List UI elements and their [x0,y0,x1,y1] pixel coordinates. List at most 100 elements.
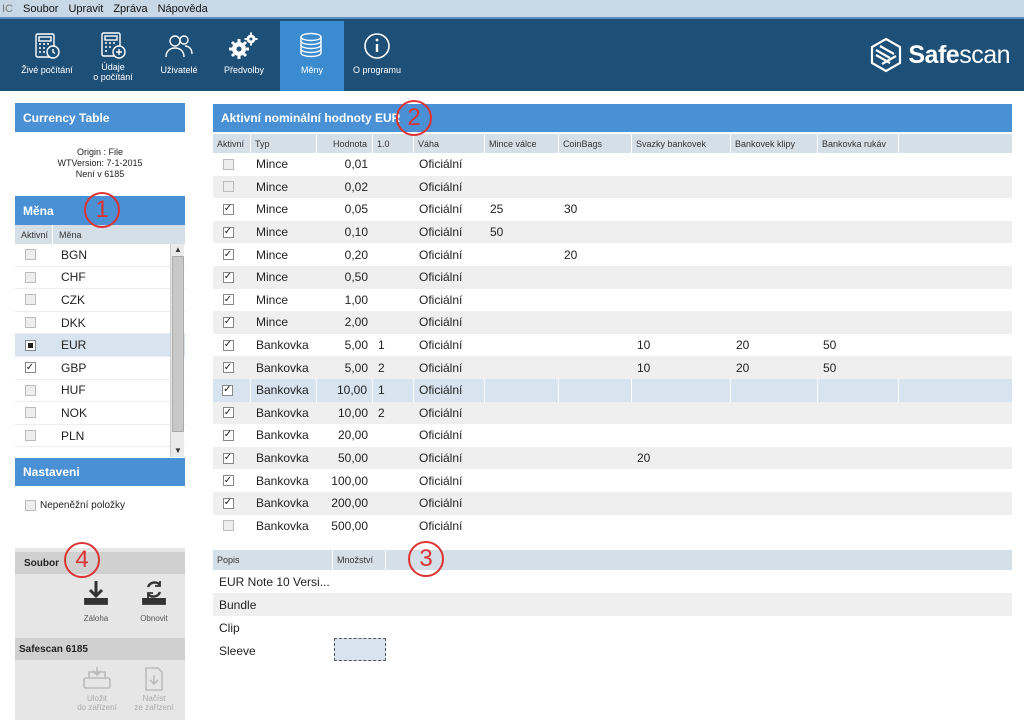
weight-cell[interactable]: Oficiální [414,356,485,379]
currency-scrollbar[interactable]: ▲ ▼ [170,244,184,457]
coinbags-cell[interactable] [559,402,632,425]
toolbar-live-count[interactable]: Živé počítání [16,21,78,91]
weight-cell[interactable]: Oficiální [414,469,485,492]
type-cell[interactable]: Bankovka [251,424,317,447]
column-note-clips[interactable]: Bankovek klipy [731,134,818,153]
coinbags-cell[interactable] [559,469,632,492]
coin-rolls-cell[interactable] [485,356,559,379]
currency-active-checkbox[interactable] [24,294,36,306]
version-cell[interactable] [373,515,414,538]
description-row[interactable]: Bundle [213,593,1012,616]
version-cell[interactable] [373,289,414,312]
type-cell[interactable]: Bankovka [251,334,317,357]
note-bundles-cell[interactable] [632,469,731,492]
weight-cell[interactable]: Oficiální [414,198,485,221]
denomination-row[interactable]: ✓ Mince 0,50 Oficiální [213,265,1012,289]
type-cell[interactable]: Mince [251,198,317,221]
note-clips-cell[interactable] [731,424,818,447]
note-bundles-cell[interactable]: 10 [632,356,731,379]
note-sleeves-cell[interactable] [818,402,899,425]
note-sleeves-cell[interactable] [818,243,899,266]
note-clips-cell[interactable] [731,153,818,176]
note-bundles-cell[interactable] [632,289,731,312]
toolbar-users[interactable]: Uživatelé [150,21,208,91]
value-cell[interactable]: 0,05 [317,198,373,221]
type-cell[interactable]: Bankovka [251,492,317,515]
coinbags-cell[interactable] [559,176,632,199]
denomination-row[interactable]: ✓ Bankovka 100,00 Oficiální [213,469,1012,492]
type-cell[interactable]: Mince [251,289,317,312]
note-bundles-cell[interactable] [632,243,731,266]
weight-cell[interactable]: Oficiální [414,176,485,199]
note-clips-cell[interactable]: 20 [731,334,818,357]
currency-row[interactable]: CZK [15,289,185,312]
denomination-row[interactable]: ✓ Mince 0,10 Oficiální 50 [213,220,1012,244]
version-cell[interactable] [373,469,414,492]
version-cell[interactable] [373,221,414,244]
coinbags-cell[interactable] [559,424,632,447]
note-clips-cell[interactable] [731,289,818,312]
denomination-active-checkbox[interactable]: ✓ [222,316,234,328]
menu-soubor[interactable]: Soubor [18,3,63,15]
note-bundles-cell[interactable] [632,176,731,199]
denomination-active-checkbox[interactable]: ✓ [222,497,234,509]
version-cell[interactable]: 1 [373,378,414,402]
toolbar-currencies[interactable]: Měny [280,21,344,91]
denomination-active-checkbox[interactable]: ✓ [222,271,234,283]
currency-active-checkbox[interactable] [24,384,36,396]
note-clips-cell[interactable] [731,198,818,221]
coin-rolls-cell[interactable] [485,424,559,447]
denomination-active-checkbox[interactable]: ✓ [222,203,234,215]
quantity-input[interactable] [334,638,386,661]
note-sleeves-cell[interactable] [818,176,899,199]
note-sleeves-cell[interactable] [818,153,899,176]
column-weight[interactable]: Váha [414,134,485,153]
coinbags-cell[interactable] [559,356,632,379]
denomination-active-checkbox[interactable]: ✓ [222,249,234,261]
coin-rolls-cell[interactable] [485,266,559,289]
type-cell[interactable]: Mince [251,243,317,266]
coinbags-cell[interactable] [559,492,632,515]
non-cash-option[interactable]: Nepeněžní položky [25,500,125,511]
denomination-row[interactable]: ✓ Bankovka 10,00 1 Oficiální [213,378,1012,402]
version-cell[interactable] [373,266,414,289]
coin-rolls-cell[interactable] [485,469,559,492]
note-bundles-cell[interactable] [632,266,731,289]
version-cell[interactable] [373,243,414,266]
note-bundles-cell[interactable]: 10 [632,334,731,357]
column-note-sleeves[interactable]: Bankovka rukáv [818,134,899,153]
note-bundles-cell[interactable] [632,198,731,221]
weight-cell[interactable]: Oficiální [414,515,485,538]
coin-rolls-cell[interactable] [485,515,559,538]
value-cell[interactable]: 20,00 [317,424,373,447]
currency-row[interactable]: BGN [15,244,185,267]
denomination-active-checkbox[interactable]: ✓ [222,362,234,374]
coin-rolls-cell[interactable] [485,492,559,515]
currency-active-checkbox[interactable] [24,430,36,442]
currency-row[interactable]: NOK [15,402,185,425]
value-cell[interactable]: 500,00 [317,515,373,538]
denomination-row[interactable]: Mince 0,01 Oficiální [213,153,1012,176]
note-sleeves-cell[interactable] [818,289,899,312]
column-type[interactable]: Typ [251,134,317,153]
note-clips-cell[interactable] [731,266,818,289]
note-bundles-cell[interactable]: 20 [632,447,731,470]
denomination-row[interactable]: ✓ Mince 0,20 Oficiální 20 [213,243,1012,266]
load-from-device-button[interactable]: Načíst ze zařízení [128,666,180,712]
denomination-active-checkbox[interactable]: ✓ [222,452,234,464]
note-sleeves-cell[interactable] [818,311,899,334]
column-coinbags[interactable]: CoinBags [559,134,632,153]
menu-napoveda[interactable]: Nápověda [153,3,213,15]
note-bundles-cell[interactable] [632,402,731,425]
note-clips-cell[interactable]: 20 [731,356,818,379]
coin-rolls-cell[interactable]: 50 [485,221,559,244]
version-cell[interactable] [373,424,414,447]
denomination-active-checkbox[interactable]: ✓ [222,339,234,351]
coin-rolls-cell[interactable] [485,311,559,334]
note-clips-cell[interactable] [731,176,818,199]
denomination-row[interactable]: ✓ Mince 1,00 Oficiální [213,289,1012,312]
note-bundles-cell[interactable] [632,378,731,402]
coin-rolls-cell[interactable] [485,402,559,425]
value-cell[interactable]: 10,00 [317,402,373,425]
note-bundles-cell[interactable] [632,311,731,334]
